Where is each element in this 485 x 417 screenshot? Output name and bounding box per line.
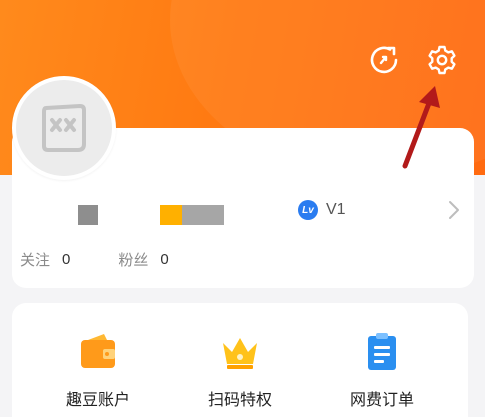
level-text: V1 — [326, 201, 346, 218]
wallet-icon — [81, 334, 115, 368]
gear-icon — [428, 45, 456, 75]
menu-item-wallet[interactable]: 趣豆账户 — [48, 330, 148, 410]
user-id-redacted — [182, 205, 224, 225]
follow-stats: 关注 0 粉丝 0 — [20, 249, 169, 270]
stat-value: 0 — [62, 251, 71, 268]
stat-label: 粉丝 — [118, 252, 149, 269]
chevron-right-icon[interactable] — [446, 198, 462, 222]
menu-label: 扫码特权 — [207, 392, 272, 409]
settings-button[interactable] — [424, 42, 460, 78]
username-redacted — [78, 205, 98, 225]
stat-following[interactable]: 关注 0 — [20, 249, 70, 270]
order-clipboard-icon — [368, 333, 396, 370]
user-level[interactable]: Lv V1 — [298, 199, 346, 221]
avatar[interactable] — [12, 76, 116, 180]
share-button[interactable] — [366, 42, 402, 78]
stat-value: 0 — [160, 251, 169, 268]
user-badge-redacted — [160, 205, 182, 225]
stat-label: 关注 — [20, 252, 51, 269]
menu-label: 网费订单 — [349, 392, 414, 409]
level-badge-icon: Lv — [298, 200, 318, 220]
menu-label: 趣豆账户 — [65, 392, 130, 409]
refresh-share-icon — [370, 46, 398, 74]
default-avatar-icon — [42, 103, 86, 152]
stat-fans[interactable]: 粉丝 0 — [118, 249, 168, 270]
crown-icon — [223, 338, 257, 369]
menu-item-fee-orders[interactable]: 网费订单 — [332, 330, 432, 410]
menu-item-scan-privilege[interactable]: 扫码特权 — [190, 330, 290, 410]
